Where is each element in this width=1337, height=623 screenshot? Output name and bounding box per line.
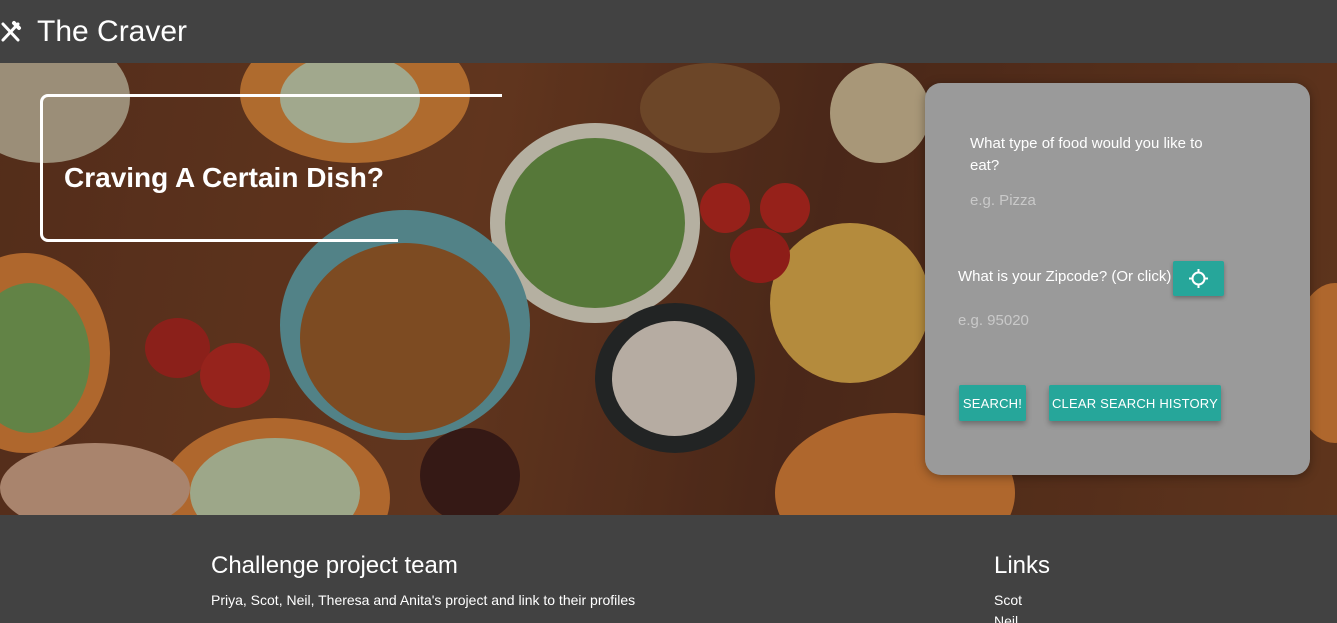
zip-question-label: What is your Zipcode? (Or click) bbox=[958, 268, 1172, 285]
app-title[interactable]: The Craver bbox=[37, 14, 187, 50]
links-title: Links bbox=[994, 552, 1051, 579]
footer-link-scot[interactable]: Scot bbox=[994, 591, 1022, 609]
locate-button[interactable] bbox=[1173, 261, 1224, 296]
page-footer: Challenge project team Priya, Scot, Neil… bbox=[0, 515, 1337, 623]
search-card: What type of food would you like to eat?… bbox=[925, 83, 1310, 475]
crosshair-icon bbox=[1189, 269, 1208, 288]
hero-headline: Craving A Certain Dish? bbox=[64, 162, 384, 193]
team-title: Challenge project team bbox=[211, 552, 458, 579]
search-button[interactable]: SEARCH! bbox=[959, 385, 1026, 421]
zipcode-input[interactable] bbox=[958, 309, 1218, 331]
food-input[interactable] bbox=[970, 189, 1230, 211]
clear-history-button[interactable]: CLEAR SEARCH HISTORY bbox=[1049, 385, 1221, 421]
top-navbar: The Craver bbox=[0, 0, 1337, 63]
footer-link-neil[interactable]: Neil bbox=[994, 612, 1018, 623]
team-description: Priya, Scot, Neil, Theresa and Anita's p… bbox=[211, 592, 636, 608]
fork-knife-icon bbox=[1, 21, 21, 42]
food-question-label: What type of food would you like to eat? bbox=[970, 135, 1203, 174]
